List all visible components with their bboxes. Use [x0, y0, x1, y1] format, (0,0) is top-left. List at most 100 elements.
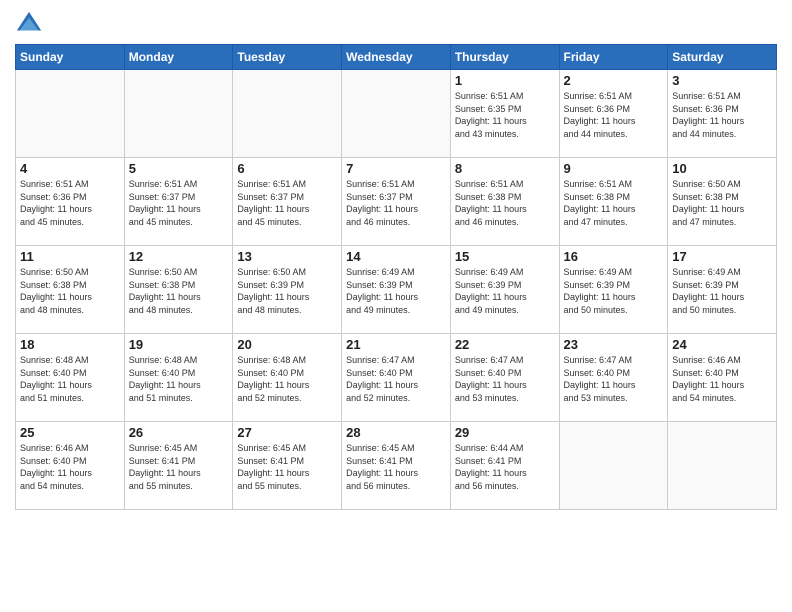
day-info: Sunrise: 6:51 AM Sunset: 6:36 PM Dayligh…: [672, 90, 772, 140]
day-info: Sunrise: 6:48 AM Sunset: 6:40 PM Dayligh…: [237, 354, 337, 404]
calendar-day-cell: 21Sunrise: 6:47 AM Sunset: 6:40 PM Dayli…: [342, 334, 451, 422]
day-info: Sunrise: 6:45 AM Sunset: 6:41 PM Dayligh…: [346, 442, 446, 492]
calendar-day-cell: 11 Sunrise: 6:50 AM Sunset: 6:38 PM Dayli…: [16, 246, 125, 334]
calendar-day-cell: 8 Sunrise: 6:51 AM Sunset: 6:38 PM Daylig…: [450, 158, 559, 246]
day-number: 27: [237, 425, 337, 440]
day-number: 17: [672, 249, 772, 264]
day-info: Sunrise: 6:46 AM Sunset: 6:40 PM Dayligh…: [20, 442, 120, 492]
day-info: Sunrise: 6:50 AM Sunset: 6:38 PM Dayligh…: [129, 266, 229, 316]
calendar-day-cell: 14 Sunrise: 6:49 AM Sunset: 6:39 PM Dayli…: [342, 246, 451, 334]
calendar-weekday-header: Sunday: [16, 45, 125, 70]
calendar-day-cell: 7 Sunrise: 6:51 AM Sunset: 6:37 PM Daylig…: [342, 158, 451, 246]
day-number: 13: [237, 249, 337, 264]
day-number: 1: [455, 73, 555, 88]
calendar-day-cell: 10 Sunrise: 6:50 AM Sunset: 6:38 PM Dayli…: [668, 158, 777, 246]
day-info: Sunrise: 6:51 AM Sunset: 6:36 PM Dayligh…: [564, 90, 664, 140]
calendar-day-cell: 3 Sunrise: 6:51 AM Sunset: 6:36 PM Daylig…: [668, 70, 777, 158]
day-info: Sunrise: 6:51 AM Sunset: 6:37 PM Dayligh…: [129, 178, 229, 228]
day-info: Sunrise: 6:47 AM Sunset: 6:40 PM Dayligh…: [564, 354, 664, 404]
calendar-day-cell: 4Sunrise: 6:51 AM Sunset: 6:36 PM Daylig…: [16, 158, 125, 246]
calendar-day-cell: 26 Sunrise: 6:45 AM Sunset: 6:41 PM Dayli…: [124, 422, 233, 510]
day-number: 9: [564, 161, 664, 176]
day-info: Sunrise: 6:45 AM Sunset: 6:41 PM Dayligh…: [129, 442, 229, 492]
day-number: 2: [564, 73, 664, 88]
day-info: Sunrise: 6:51 AM Sunset: 6:35 PM Dayligh…: [455, 90, 555, 140]
calendar-weekday-header: Wednesday: [342, 45, 451, 70]
day-info: Sunrise: 6:51 AM Sunset: 6:37 PM Dayligh…: [346, 178, 446, 228]
day-number: 11: [20, 249, 120, 264]
calendar-day-cell: [668, 422, 777, 510]
calendar-weekday-header: Saturday: [668, 45, 777, 70]
calendar-week-row: 25 Sunrise: 6:46 AM Sunset: 6:40 PM Dayli…: [16, 422, 777, 510]
page: SundayMondayTuesdayWednesdayThursdayFrid…: [0, 0, 792, 612]
calendar-day-cell: 19 Sunrise: 6:48 AM Sunset: 6:40 PM Dayli…: [124, 334, 233, 422]
day-number: 23: [564, 337, 664, 352]
day-number: 20: [237, 337, 337, 352]
day-number: 25: [20, 425, 120, 440]
calendar-day-cell: 18 Sunrise: 6:48 AM Sunset: 6:40 PM Dayli…: [16, 334, 125, 422]
calendar-weekday-header: Thursday: [450, 45, 559, 70]
calendar-day-cell: 22Sunrise: 6:47 AM Sunset: 6:40 PM Dayli…: [450, 334, 559, 422]
calendar-day-cell: 25 Sunrise: 6:46 AM Sunset: 6:40 PM Dayli…: [16, 422, 125, 510]
calendar-day-cell: 16 Sunrise: 6:49 AM Sunset: 6:39 PM Dayli…: [559, 246, 668, 334]
day-info: Sunrise: 6:50 AM Sunset: 6:38 PM Dayligh…: [672, 178, 772, 228]
calendar-day-cell: 2 Sunrise: 6:51 AM Sunset: 6:36 PM Daylig…: [559, 70, 668, 158]
day-info: Sunrise: 6:50 AM Sunset: 6:39 PM Dayligh…: [237, 266, 337, 316]
day-number: 4: [20, 161, 120, 176]
day-info: Sunrise: 6:51 AM Sunset: 6:37 PM Dayligh…: [237, 178, 337, 228]
calendar-table: SundayMondayTuesdayWednesdayThursdayFrid…: [15, 44, 777, 510]
day-info: Sunrise: 6:49 AM Sunset: 6:39 PM Dayligh…: [672, 266, 772, 316]
day-number: 14: [346, 249, 446, 264]
calendar-weekday-header: Tuesday: [233, 45, 342, 70]
calendar-day-cell: 1 Sunrise: 6:51 AM Sunset: 6:35 PM Daylig…: [450, 70, 559, 158]
calendar-week-row: 4Sunrise: 6:51 AM Sunset: 6:36 PM Daylig…: [16, 158, 777, 246]
day-info: Sunrise: 6:48 AM Sunset: 6:40 PM Dayligh…: [129, 354, 229, 404]
calendar-day-cell: [233, 70, 342, 158]
day-info: Sunrise: 6:49 AM Sunset: 6:39 PM Dayligh…: [455, 266, 555, 316]
calendar-day-cell: 23 Sunrise: 6:47 AM Sunset: 6:40 PM Dayli…: [559, 334, 668, 422]
day-info: Sunrise: 6:46 AM Sunset: 6:40 PM Dayligh…: [672, 354, 772, 404]
calendar-header-row: SundayMondayTuesdayWednesdayThursdayFrid…: [16, 45, 777, 70]
day-number: 12: [129, 249, 229, 264]
day-info: Sunrise: 6:44 AM Sunset: 6:41 PM Dayligh…: [455, 442, 555, 492]
day-info: Sunrise: 6:49 AM Sunset: 6:39 PM Dayligh…: [564, 266, 664, 316]
day-number: 16: [564, 249, 664, 264]
logo-icon: [15, 10, 43, 38]
day-number: 7: [346, 161, 446, 176]
day-info: Sunrise: 6:51 AM Sunset: 6:38 PM Dayligh…: [455, 178, 555, 228]
day-number: 22: [455, 337, 555, 352]
calendar-day-cell: 27 Sunrise: 6:45 AM Sunset: 6:41 PM Dayli…: [233, 422, 342, 510]
day-number: 8: [455, 161, 555, 176]
day-info: Sunrise: 6:45 AM Sunset: 6:41 PM Dayligh…: [237, 442, 337, 492]
day-number: 10: [672, 161, 772, 176]
calendar-week-row: 18 Sunrise: 6:48 AM Sunset: 6:40 PM Dayli…: [16, 334, 777, 422]
calendar-day-cell: [342, 70, 451, 158]
day-number: 24: [672, 337, 772, 352]
day-info: Sunrise: 6:48 AM Sunset: 6:40 PM Dayligh…: [20, 354, 120, 404]
day-info: Sunrise: 6:49 AM Sunset: 6:39 PM Dayligh…: [346, 266, 446, 316]
day-info: Sunrise: 6:47 AM Sunset: 6:40 PM Dayligh…: [346, 354, 446, 404]
calendar-day-cell: 15 Sunrise: 6:49 AM Sunset: 6:39 PM Dayli…: [450, 246, 559, 334]
day-number: 26: [129, 425, 229, 440]
calendar-day-cell: [16, 70, 125, 158]
day-number: 3: [672, 73, 772, 88]
day-info: Sunrise: 6:50 AM Sunset: 6:38 PM Dayligh…: [20, 266, 120, 316]
calendar-day-cell: 29 Sunrise: 6:44 AM Sunset: 6:41 PM Dayli…: [450, 422, 559, 510]
day-number: 28: [346, 425, 446, 440]
day-number: 19: [129, 337, 229, 352]
logo: [15, 10, 47, 38]
day-number: 29: [455, 425, 555, 440]
calendar-day-cell: [124, 70, 233, 158]
day-number: 6: [237, 161, 337, 176]
header: [15, 10, 777, 38]
calendar-day-cell: 24 Sunrise: 6:46 AM Sunset: 6:40 PM Dayli…: [668, 334, 777, 422]
calendar-day-cell: 5Sunrise: 6:51 AM Sunset: 6:37 PM Daylig…: [124, 158, 233, 246]
day-number: 15: [455, 249, 555, 264]
day-number: 18: [20, 337, 120, 352]
calendar-day-cell: 13 Sunrise: 6:50 AM Sunset: 6:39 PM Dayli…: [233, 246, 342, 334]
calendar-weekday-header: Monday: [124, 45, 233, 70]
calendar-day-cell: [559, 422, 668, 510]
calendar-week-row: 11 Sunrise: 6:50 AM Sunset: 6:38 PM Dayli…: [16, 246, 777, 334]
calendar-week-row: 1 Sunrise: 6:51 AM Sunset: 6:35 PM Daylig…: [16, 70, 777, 158]
calendar-day-cell: 12 Sunrise: 6:50 AM Sunset: 6:38 PM Dayli…: [124, 246, 233, 334]
